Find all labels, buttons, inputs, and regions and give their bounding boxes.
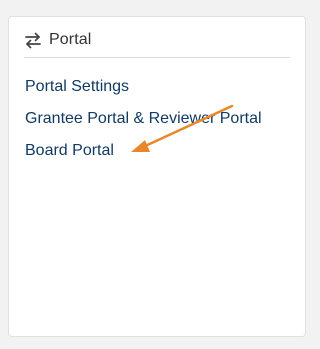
portal-card: Portal Portal Settings Grantee Portal & …: [8, 16, 306, 337]
card-title: Portal: [49, 31, 92, 48]
portal-settings-link[interactable]: Portal Settings: [25, 76, 262, 108]
swap-arrows-icon: [24, 31, 42, 49]
portal-links-list: Portal Settings Grantee Portal & Reviewe…: [25, 76, 262, 172]
card-header: Portal: [24, 28, 91, 52]
grantee-reviewer-portal-link[interactable]: Grantee Portal & Reviewer Portal: [25, 108, 262, 140]
header-divider: [24, 57, 290, 58]
board-portal-link[interactable]: Board Portal: [25, 140, 262, 172]
